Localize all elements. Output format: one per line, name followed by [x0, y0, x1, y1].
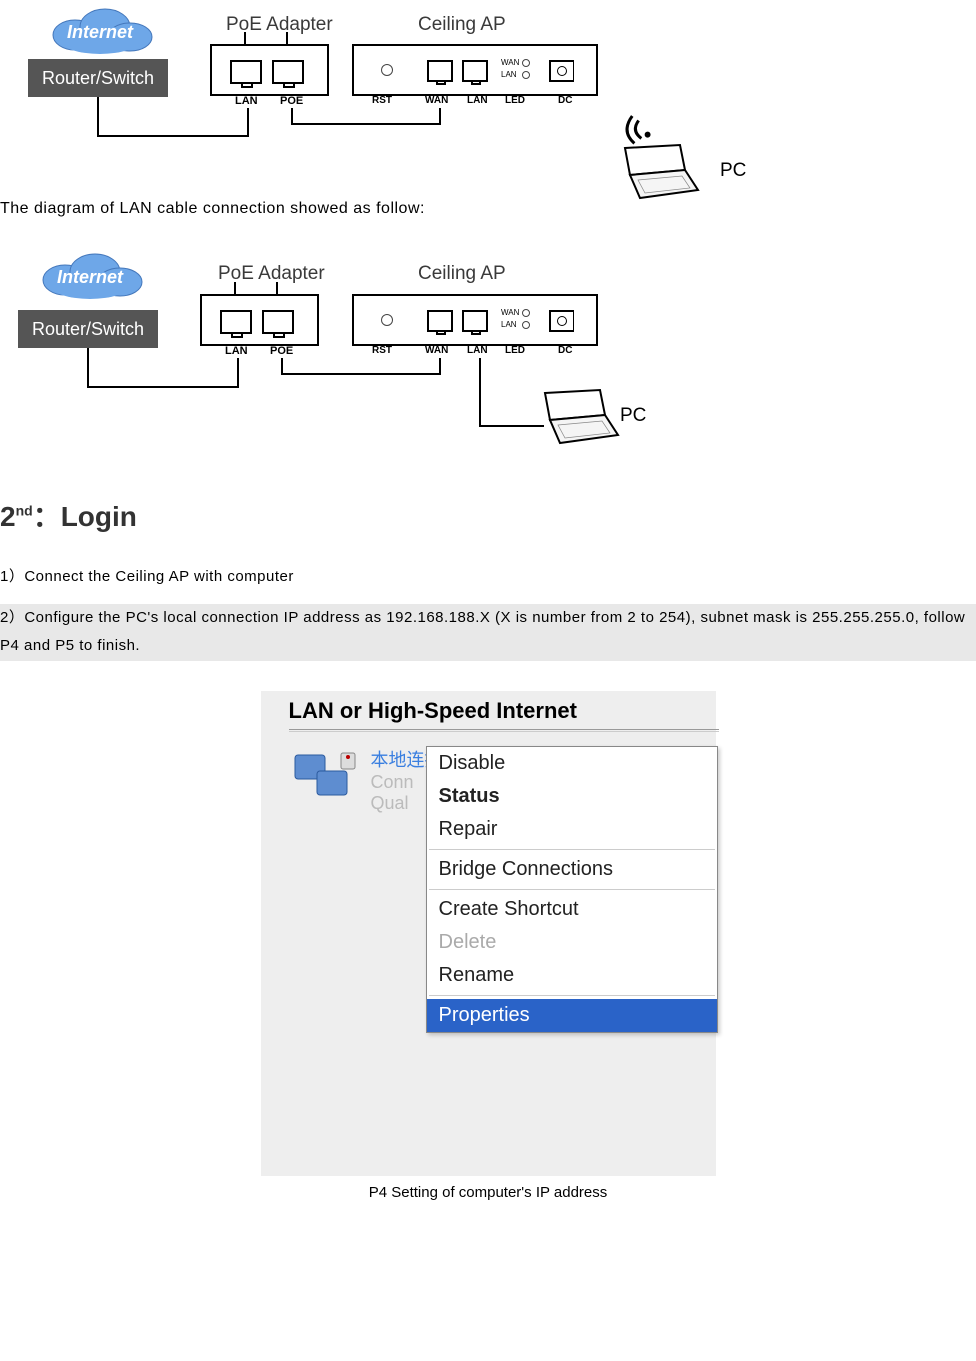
menu-status[interactable]: Status	[427, 780, 717, 813]
network-adapter-icon	[291, 751, 361, 818]
poe-poe-label: POE	[280, 95, 303, 107]
ap-dc-label: DC	[558, 95, 572, 106]
menu-delete: Delete	[427, 926, 717, 959]
diagram-poe-wireless: Internet Router/Switch PoE Adapter Ceili…	[0, 0, 976, 200]
ap-rst-label: RST	[372, 345, 392, 356]
menu-create-shortcut[interactable]: Create Shortcut	[427, 893, 717, 926]
internet-cloud: Internet	[40, 5, 160, 55]
ap-lan-label: LAN	[467, 95, 488, 106]
ceiling-ap-box: WAN LAN	[352, 44, 598, 96]
menu-disable[interactable]: Disable	[427, 747, 717, 780]
ap-led-label: LED	[505, 95, 525, 106]
laptop-icon	[610, 140, 700, 200]
internet-cloud: Internet	[30, 250, 150, 300]
context-menu: Disable Status Repair Bridge Connections…	[426, 746, 718, 1033]
poe-lan-label: LAN	[235, 95, 258, 107]
poe-adapter-box	[210, 44, 329, 96]
menu-separator	[429, 849, 715, 850]
ap-rst-label: RST	[372, 95, 392, 106]
ceiling-ap-box: WAN LAN	[352, 294, 598, 346]
ap-wan-label: WAN	[425, 95, 448, 106]
menu-rename[interactable]: Rename	[427, 959, 717, 992]
pc-label: PC	[620, 405, 646, 427]
lan-section-title: LAN or High-Speed Internet	[289, 698, 577, 724]
ceiling-ap-label: Ceiling AP	[418, 14, 506, 36]
laptop-icon	[530, 385, 620, 445]
menu-repair[interactable]: Repair	[427, 813, 717, 846]
followup-text: The diagram of LAN cable connection show…	[0, 200, 976, 218]
router-switch-box: Router/Switch	[18, 310, 158, 348]
router-switch-box: Router/Switch	[28, 59, 168, 97]
step-2-text: 2）Configure the PC's local connection IP…	[0, 604, 976, 661]
ap-wan-label: WAN	[425, 345, 448, 356]
diagram-lan-cable: Internet Router/Switch PoE Adapter Ceili…	[0, 230, 976, 440]
menu-bridge[interactable]: Bridge Connections	[427, 853, 717, 886]
menu-separator	[429, 889, 715, 890]
p4-screenshot: LAN or High-Speed Internet 本地连接 Conn Qua…	[261, 691, 716, 1176]
section-heading-login: 2nd：Login	[0, 495, 976, 535]
poe-adapter-label: PoE Adapter	[226, 14, 333, 36]
ap-led-label: LED	[505, 345, 525, 356]
ap-lan-label: LAN	[467, 345, 488, 356]
svg-text:Internet: Internet	[57, 267, 124, 287]
p4-caption: P4 Setting of computer's IP address	[0, 1184, 976, 1201]
step-1-text: 1）Connect the Ceiling AP with computer	[0, 563, 976, 592]
ap-dc-label: DC	[558, 345, 572, 356]
poe-adapter-box	[200, 294, 319, 346]
poe-lan-label: LAN	[225, 345, 248, 357]
internet-text: Internet	[67, 22, 134, 42]
menu-properties[interactable]: Properties	[427, 999, 717, 1032]
menu-separator	[429, 995, 715, 996]
ceiling-ap-label: Ceiling AP	[418, 263, 506, 285]
pc-label: PC	[720, 160, 746, 182]
poe-poe-label: POE	[270, 345, 293, 357]
